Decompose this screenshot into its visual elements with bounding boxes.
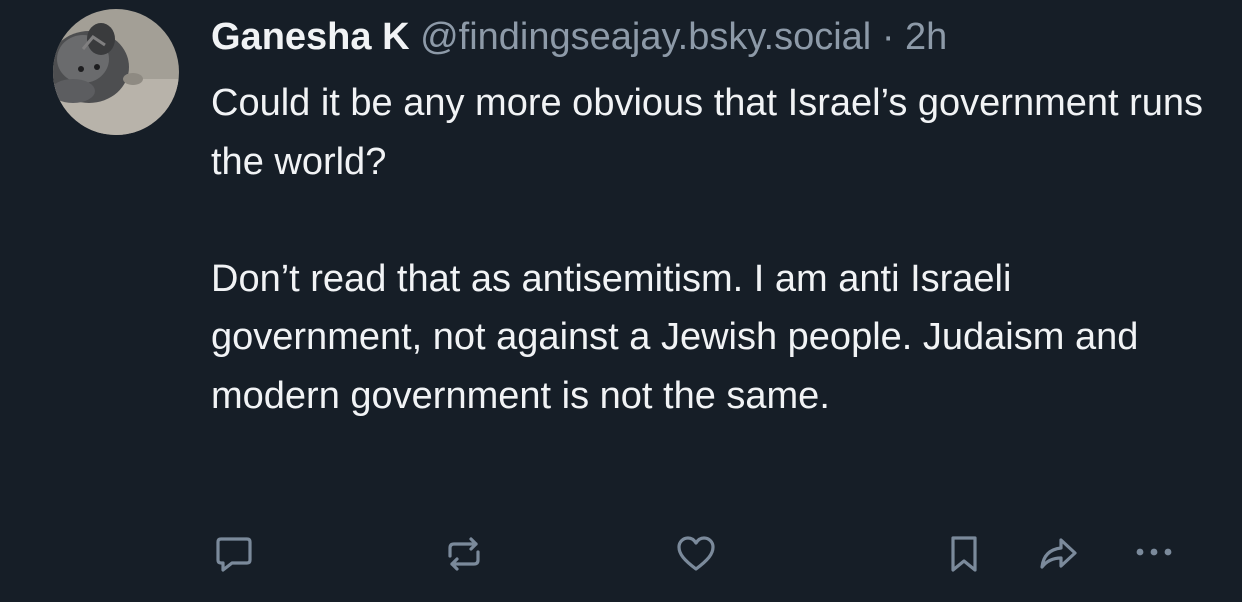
post-header: Ganesha K @findingseajay.bsky.social · 2… bbox=[211, 12, 947, 62]
post-time[interactable]: 2h bbox=[905, 16, 947, 58]
bookmark-icon bbox=[951, 536, 977, 572]
repost-button[interactable] bbox=[440, 530, 488, 578]
reply-button[interactable] bbox=[210, 530, 258, 578]
post-paragraph: Don’t read that as antisemitism. I am an… bbox=[211, 257, 1139, 417]
repost-icon bbox=[448, 537, 480, 571]
post-body: Could it be any more obvious that Israel… bbox=[211, 74, 1211, 425]
bookmark-button[interactable] bbox=[940, 530, 988, 578]
more-icon bbox=[1136, 548, 1172, 556]
header-separator: · bbox=[881, 16, 895, 58]
share-button[interactable] bbox=[1034, 530, 1082, 578]
avatar[interactable] bbox=[53, 9, 179, 135]
reply-icon bbox=[216, 537, 252, 572]
author-name[interactable]: Ganesha K bbox=[211, 16, 410, 58]
like-icon bbox=[677, 536, 715, 571]
share-icon bbox=[1040, 538, 1077, 569]
more-button[interactable] bbox=[1130, 530, 1178, 578]
post-paragraph: Could it be any more obvious that Israel… bbox=[211, 82, 1204, 183]
post: Ganesha K @findingseajay.bsky.social · 2… bbox=[0, 0, 1242, 602]
author-handle[interactable]: @findingseajay.bsky.social bbox=[420, 16, 871, 58]
like-button[interactable] bbox=[672, 530, 720, 578]
avatar-image bbox=[53, 9, 179, 135]
